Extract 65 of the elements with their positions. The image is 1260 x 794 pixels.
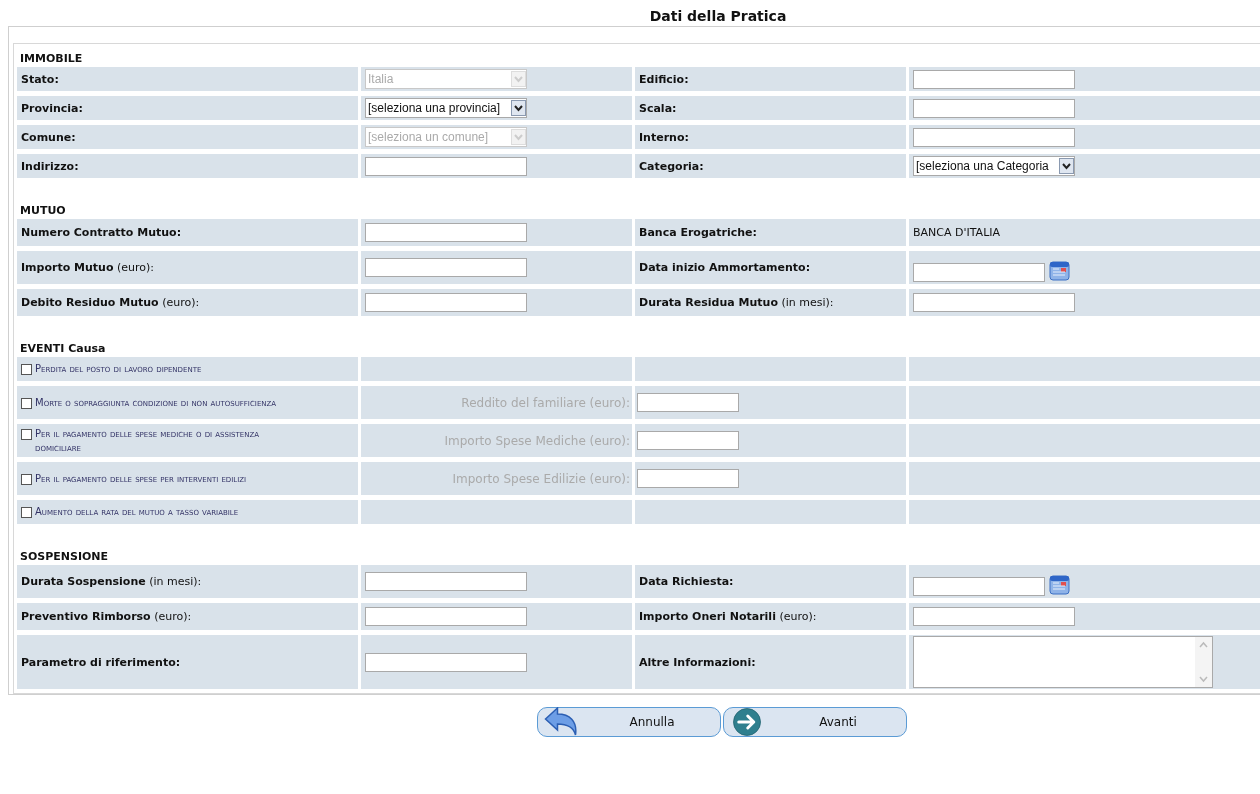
checkbox-label: Morte o sopraggiunta condizione di non autosufficienza	[35, 395, 277, 410]
section-title: IMMOBILE	[20, 52, 83, 65]
field-label: Parametro di riferimento:	[21, 655, 181, 669]
section-title: SOSPENSIONE	[20, 550, 109, 563]
field-label: Data Richiesta:	[639, 575, 734, 588]
field-label: Durata Sospensione (in mesi):	[21, 575, 202, 588]
field-label: Data inizio Ammortamento:	[639, 261, 811, 274]
field-label: Reddito del familiare (euro):	[461, 395, 630, 410]
scrollbar[interactable]	[1195, 637, 1212, 687]
date-field[interactable]	[913, 576, 1045, 596]
calendar-icon[interactable]	[1049, 573, 1071, 596]
text-field[interactable]	[365, 156, 527, 176]
field-label: Debito Residuo Mutuo (euro):	[21, 296, 200, 309]
text-field[interactable]	[365, 572, 527, 591]
text-field[interactable]	[365, 293, 527, 312]
text-field[interactable]	[913, 98, 1075, 118]
field-label: Interno:	[639, 130, 689, 144]
section-title: MUTUO	[20, 204, 66, 217]
amount-field[interactable]	[637, 393, 739, 412]
checkbox-label: Per il pagamento delle spese per interventi edilizi	[35, 471, 247, 486]
checkbox[interactable]	[21, 428, 32, 440]
page-title: Dati della Pratica	[649, 8, 787, 24]
back-button[interactable]: Annulla	[537, 707, 721, 737]
calendar-icon[interactable]	[1049, 259, 1071, 282]
dropdown[interactable]: [seleziona una Categoria	[913, 156, 1075, 176]
field-label: Importo Spese Edilizie (euro):	[452, 471, 630, 486]
field-label: Importo Oneri Notarili (euro):	[639, 610, 817, 623]
date-field[interactable]	[913, 262, 1045, 282]
text-field[interactable]	[913, 607, 1075, 626]
text-field[interactable]	[913, 127, 1075, 147]
back-arrow-icon	[544, 707, 578, 737]
checkbox-label: Aumento della rata del mutuo a tasso variabile	[35, 505, 239, 519]
field-label: Scala:	[639, 101, 677, 115]
field-label: Edificio:	[639, 72, 689, 86]
amount-field[interactable]	[637, 469, 739, 488]
field-label: Importo Spese Mediche (euro):	[444, 433, 630, 448]
text-field[interactable]	[365, 258, 527, 277]
field-label: Importo Mutuo (euro):	[21, 261, 155, 274]
field-value: BANCA D'ITALIA	[913, 226, 1001, 239]
field-label: Indirizzo:	[21, 159, 79, 173]
field-label: Numero Contratto Mutuo:	[21, 226, 182, 239]
field-label: Comune:	[21, 130, 76, 144]
text-field[interactable]	[365, 223, 527, 242]
amount-field[interactable]	[637, 431, 739, 450]
checkbox[interactable]	[21, 364, 32, 375]
checkbox[interactable]	[21, 473, 32, 485]
text-area[interactable]	[913, 636, 1213, 688]
field-label: Altre Informazioni:	[639, 655, 756, 669]
text-field[interactable]	[365, 652, 527, 672]
section-title: EVENTI Causa	[20, 342, 106, 355]
forward-button[interactable]: Avanti	[723, 707, 907, 737]
dropdown[interactable]: [seleziona una provincia]	[365, 98, 527, 118]
field-label: Stato:	[21, 72, 59, 86]
text-field[interactable]	[365, 607, 527, 626]
checkbox[interactable]	[21, 507, 32, 518]
checkbox-label: Perdita del posto di lavoro dipendente	[35, 362, 202, 376]
checkbox[interactable]	[21, 397, 32, 409]
field-label: Provincia:	[21, 101, 83, 115]
checkbox-label: Per il pagamento delle spese mediche o di assistenza domiciliare	[35, 426, 260, 455]
field-label: Banca Erogatriche:	[639, 226, 757, 239]
field-label: Preventivo Rimborso (euro):	[21, 610, 192, 623]
field-label: Categoria:	[639, 159, 704, 173]
text-field[interactable]	[913, 293, 1075, 312]
field-label: Durata Residua Mutuo (in mesi):	[639, 296, 834, 309]
text-field[interactable]	[913, 69, 1075, 89]
